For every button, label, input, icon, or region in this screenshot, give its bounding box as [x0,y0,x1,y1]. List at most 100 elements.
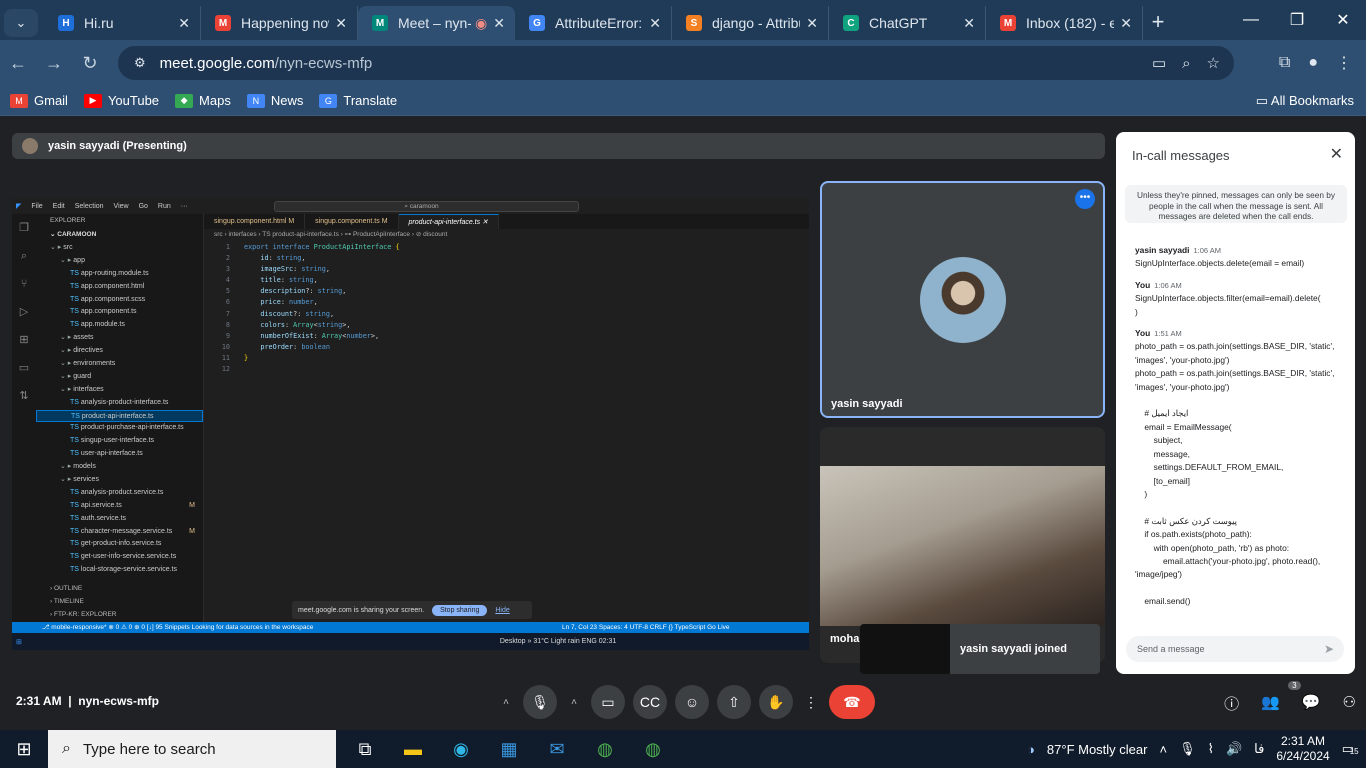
bookmark-news[interactable]: N News [246,93,303,108]
send-icon[interactable]: ➤ [1324,636,1334,662]
vscode-menu-item[interactable]: Run [158,203,171,210]
zoom-icon[interactable]: ⌕ [1182,55,1190,72]
file-tree-item[interactable]: TS get-user-info-service.service.ts [36,551,203,564]
vscode-menu-item[interactable]: View [114,203,129,210]
vscode-menu-item[interactable]: File [31,203,42,210]
minimize-button[interactable]: — [1228,0,1274,40]
file-tree-item[interactable]: ⌄ ▸ guard [36,371,203,384]
bookmark-youtube[interactable]: ▶ YouTube [83,93,159,108]
file-tree-item[interactable]: TS app.component.ts [36,306,203,319]
captions-button[interactable]: CC [633,685,667,719]
file-tree-item[interactable]: ⌄ ▸ environments [36,358,203,371]
mic-tray-icon[interactable]: 🎙 [1179,741,1196,757]
file-tree-item[interactable]: ⌄ ▸ directives [36,345,203,358]
back-button[interactable]: ← [0,53,36,74]
file-tree-item[interactable]: ⌄ ▸ models [36,461,203,474]
file-explorer-icon[interactable]: ▬ [400,739,426,760]
bookmark-translate[interactable]: G Translate [319,93,397,108]
close-window-button[interactable]: ✕ [1320,0,1366,40]
extensions-icon[interactable]: ⧉ [1279,54,1290,72]
close-chat-icon[interactable]: ✕ [1330,144,1343,164]
ftp-icon[interactable]: ⇅ [12,382,36,410]
code-area[interactable]: 1 export interface ProductApiInterface {2… [204,241,809,375]
browser-tab[interactable]: G AttributeError: 'U ✕ [515,6,672,40]
browser-tab[interactable]: M Meet – nyn-e◉ ✕ [358,6,515,40]
file-tree-item[interactable]: TS app.module.ts [36,319,203,332]
ftp-section[interactable]: › FTP-KR: EXPLORER [36,608,116,622]
stop-sharing-button[interactable]: Stop sharing [432,604,488,616]
network-icon[interactable]: ⌇ [1208,741,1214,757]
browser-tab[interactable]: H Hi.ru ✕ [44,6,201,40]
browser-tab[interactable]: M Happening now ✕ [201,6,358,40]
reload-button[interactable]: ↻ [72,53,108,74]
chat-icon[interactable]: 💬 [1302,693,1321,714]
browser-tab[interactable]: C ChatGPT ✕ [829,6,986,40]
browser-tab[interactable]: Sdjango - Attribu ✕ [672,6,829,40]
close-tab-icon[interactable]: ✕ [806,15,818,32]
tab-search-button[interactable]: ⌄ [4,9,38,37]
start-button[interactable]: ⊞ [0,739,48,760]
show-hidden-icons[interactable]: ˄ [1159,742,1167,757]
search-icon[interactable]: ⌕ [12,242,36,270]
browser-tab[interactable]: M Inbox (182) - eb ✕ [986,6,1143,40]
mail-icon[interactable]: ✉ [544,739,570,760]
file-tree-item[interactable]: TS product-purchase-api-interface.ts [36,422,203,435]
taskbar-search[interactable]: ⌕ Type here to search [48,730,336,768]
file-tree-item[interactable]: TS app.component.scss [36,294,203,307]
remote-explorer-icon[interactable]: ▭ [12,354,36,382]
bookmark-gmail[interactable]: M Gmail [10,93,68,108]
editor-tab[interactable]: singup.component.html M [204,214,306,229]
source-control-icon[interactable]: ⑂ [12,270,36,298]
chrome-icon[interactable]: ◍ [592,739,618,760]
bookmark-star-icon[interactable]: ☆ [1207,54,1220,72]
camera-in-use-icon[interactable]: ▭ [1152,54,1166,72]
run-debug-icon[interactable]: ▷ [12,298,36,326]
vscode-command-center[interactable]: ⌕ caramoon [274,201,579,212]
weather-icon[interactable]: ◑ [1027,742,1035,757]
video-options-chevron-icon[interactable]: ˄ [565,685,583,719]
close-tab-icon[interactable]: ✕ [963,15,975,32]
file-tree-item[interactable]: TS api.service.ts M [36,500,203,513]
file-tree-item[interactable]: ⌄ ▸ app [36,255,203,268]
explorer-icon[interactable]: ❐ [12,214,36,242]
file-tree-item[interactable]: TS product-api-interface.ts [36,409,203,423]
raise-hand-button[interactable]: ✋ [759,685,793,719]
present-button[interactable]: ⇧ [717,685,751,719]
file-tree-item[interactable]: TS analysis-product-interface.ts [36,397,203,410]
store-icon[interactable]: ▦ [496,739,522,760]
browser-menu-icon[interactable]: ⋮ [1336,53,1352,73]
chat-input[interactable]: Send a message ➤ [1126,636,1344,662]
reactions-button[interactable]: ☺ [675,685,709,719]
editor-tab[interactable]: product-api-interface.ts ✕ [398,214,499,229]
bookmark-maps[interactable]: ◆ Maps [175,93,231,108]
project-folder[interactable]: ⌄ CARAMOON [36,228,203,242]
notifications-icon[interactable]: ▭ 15 [1342,741,1359,757]
chrome-profile-icon[interactable]: ◍ [640,739,666,760]
editor-tab[interactable]: singup.component.ts M [305,214,399,229]
weather-text[interactable]: 87°F Mostly clear [1047,742,1148,757]
close-tab-icon[interactable]: ✕ [335,15,347,32]
file-tree-item[interactable]: TS app.component.html [36,281,203,294]
audio-options-chevron-icon[interactable]: ˄ [497,685,515,719]
vscode-menu-item[interactable]: Selection [75,203,104,210]
profile-avatar[interactable]: ● [1308,54,1318,72]
extensions-icon[interactable]: ⊞ [12,326,36,354]
microphone-button[interactable]: 🎙 [523,685,557,719]
activities-icon[interactable]: ⚇ [1343,693,1356,714]
participant-tile-yasin[interactable]: ••• yasin sayyadi [820,181,1105,418]
file-tree-item[interactable]: TS auth.service.ts [36,513,203,526]
file-tree-item[interactable]: TS app-routing.module.ts [36,268,203,281]
file-tree-item[interactable]: TS analysis-product.service.ts [36,487,203,500]
people-icon[interactable]: 👥 3 [1261,681,1301,714]
timeline-section[interactable]: › TIMELINE [36,595,84,609]
file-tree-item[interactable]: TS character-message.service.ts M [36,526,203,539]
more-options-button[interactable]: ⋮ [801,685,821,719]
file-tree-item[interactable]: TS user-api-interface.ts [36,448,203,461]
all-bookmarks-button[interactable]: ▭ All Bookmarks [1256,93,1354,109]
hide-share-notice-link[interactable]: Hide [495,607,509,614]
volume-icon[interactable]: 🔊 [1226,741,1242,757]
file-tree-item[interactable]: ⌄ ▸ services [36,474,203,487]
vscode-menu-item[interactable]: ··· [181,203,188,210]
more-options-icon[interactable]: ••• [1075,189,1095,209]
close-tab-icon[interactable]: ✕ [493,15,505,32]
